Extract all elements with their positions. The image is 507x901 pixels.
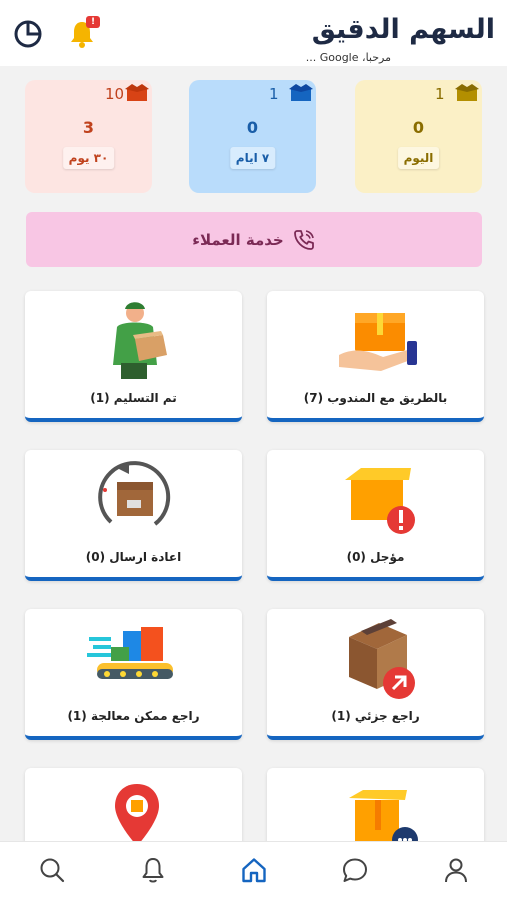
customer-service-label: خدمة العملاء: [192, 230, 284, 249]
notification-badge: !: [86, 16, 100, 28]
nav-chat[interactable]: [341, 856, 369, 884]
app-bar: السهم الدقيق مرحبا، Google ... !: [0, 0, 507, 66]
pie-chart-icon[interactable]: [12, 18, 44, 50]
delivered-label: تم التسليم (1): [90, 391, 177, 405]
home-icon: [242, 858, 266, 883]
resend-box-icon: [98, 461, 171, 526]
chat-icon: [343, 858, 367, 882]
delivery-man-icon: [113, 302, 167, 379]
bottom-nav: [0, 841, 507, 901]
box-return-icon: [349, 619, 415, 699]
box-in-hand-icon: [339, 313, 417, 371]
box-icon: [455, 84, 479, 101]
partial-return-label: راجع جزئي (1): [331, 709, 420, 723]
stat-today-card[interactable]: 1 0 اليوم: [355, 80, 482, 193]
user-icon: [445, 858, 467, 883]
customer-service-button[interactable]: خدمة العملاء: [26, 212, 482, 267]
box-alert-icon: [345, 468, 415, 534]
stat-month-value: 3: [82, 118, 95, 137]
stat-week-card[interactable]: 1 0 ٧ ايام: [189, 80, 316, 193]
search-icon: [40, 858, 65, 883]
resend-label: اعادة ارسال (0): [85, 550, 182, 564]
returned-processable-label: راجع ممكن معالجة (1): [67, 709, 200, 723]
partial-return-card[interactable]: راجع جزئي (1): [267, 609, 484, 740]
stat-month-card[interactable]: 10 3 ٣٠ يوم: [25, 80, 152, 193]
stat-month-count: 10: [105, 85, 125, 103]
stat-today-label: اليوم: [397, 147, 440, 169]
postponed-card[interactable]: مؤجل (0): [267, 450, 484, 581]
returned-processable-card[interactable]: راجع ممكن معالجة (1): [25, 609, 242, 740]
with-courier-card[interactable]: بالطريق مع المندوب (7): [267, 291, 484, 422]
stat-today-count: 1: [435, 85, 445, 103]
phone-call-icon: [293, 229, 314, 250]
stats-row: 10 3 ٣٠ يوم 1 0 ٧ ايام 1 0 اليوم: [0, 80, 507, 194]
nav-profile[interactable]: [442, 856, 470, 884]
nav-home[interactable]: [240, 856, 268, 884]
box-icon: [289, 84, 313, 101]
nav-search[interactable]: [38, 856, 66, 884]
notifications-button[interactable]: !: [66, 16, 100, 50]
stat-today-value: 0: [412, 118, 425, 137]
delivered-card[interactable]: تم التسليم (1): [25, 291, 242, 422]
with-courier-label: بالطريق مع المندوب (7): [303, 391, 448, 405]
stat-week-label: ٧ ايام: [229, 147, 276, 169]
box-icon: [125, 84, 149, 101]
stat-month-label: ٣٠ يوم: [62, 147, 115, 169]
nav-notifications[interactable]: [139, 856, 167, 884]
postponed-label: مؤجل (0): [346, 550, 405, 564]
greeting-text: مرحبا، Google ...: [305, 51, 391, 64]
bell-icon: [142, 858, 164, 883]
stat-week-value: 0: [246, 118, 259, 137]
resend-card[interactable]: اعادة ارسال (0): [25, 450, 242, 581]
conveyor-belt-icon: [87, 627, 173, 679]
stat-week-count: 1: [269, 85, 279, 103]
page-title: السهم الدقيق: [311, 14, 495, 45]
